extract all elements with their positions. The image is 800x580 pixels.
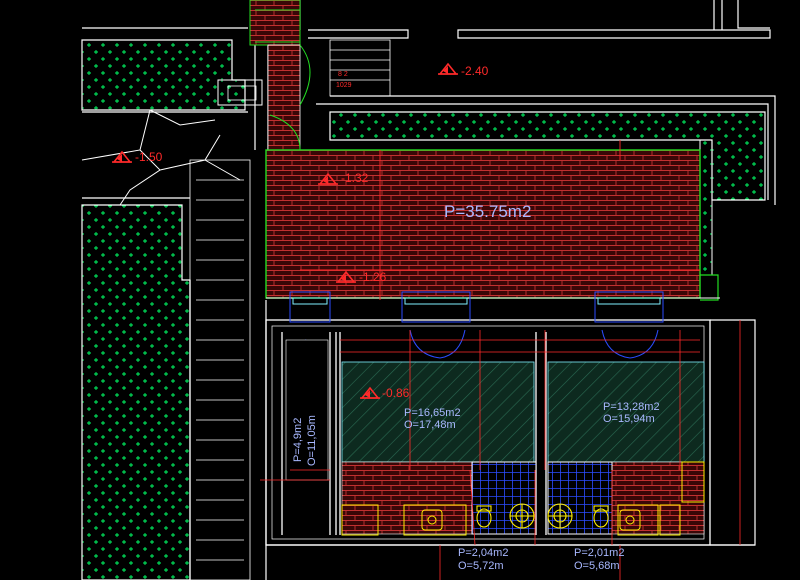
- corridor-area-label: P=4,9m2: [292, 418, 304, 462]
- stair-note-2: 1029: [336, 82, 352, 89]
- terrace-area-label: P=35.75m2: [444, 202, 531, 221]
- bathroom-1-perimeter-label: O=5,72m: [458, 560, 504, 572]
- windows: [289, 291, 664, 366]
- room-2-perimeter-label: O=15,94m: [603, 413, 655, 425]
- elevation-marker-icon: [438, 63, 458, 75]
- elevation-label-5: -0.86: [382, 386, 410, 400]
- stair-note-1: 8 2: [338, 71, 348, 78]
- bathroom-1-area-label: P=2,04m2: [458, 547, 508, 559]
- kitchen-1: [341, 461, 473, 535]
- chimney: [249, 0, 301, 46]
- elevation-label-2: -1.50: [135, 150, 163, 164]
- bathroom-1: [471, 461, 537, 535]
- brick-column: [267, 44, 301, 151]
- elevation-label-4: -1.26: [359, 270, 387, 284]
- bathroom-2-area-label: P=2,01m2: [574, 547, 624, 559]
- elevation-label-1: -2.40: [461, 64, 489, 78]
- room-1-area-label: P=16,65m2: [404, 407, 461, 419]
- room-1-perimeter-label: O=17,48m: [404, 419, 456, 431]
- bathroom-2-perimeter-label: O=5,68m: [574, 560, 620, 572]
- door-swing: [299, 44, 311, 106]
- elevation-label-3: -1.32: [341, 171, 369, 185]
- bathroom-2: [547, 461, 613, 535]
- terrace: [265, 149, 701, 299]
- floor-plan-drawing: -2.40 -1.50 -1.32 -1.26 -0.86 8 2 1029 P…: [81, 0, 776, 580]
- corridor-perimeter-label: O=11,05m: [306, 415, 318, 466]
- room-2-area-label: P=13,28m2: [603, 401, 660, 413]
